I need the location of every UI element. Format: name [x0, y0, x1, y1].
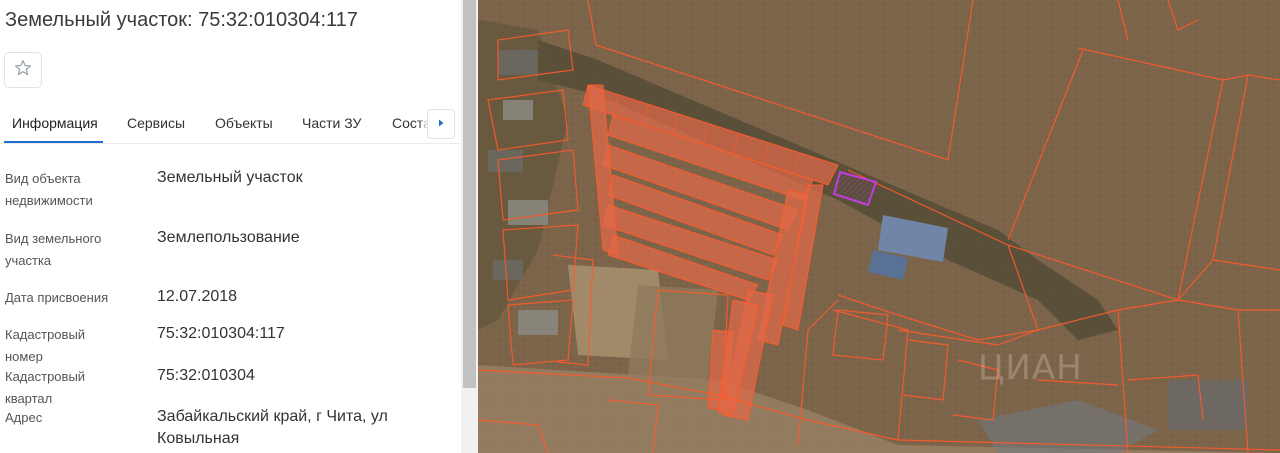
- scrollbar-thumb[interactable]: [463, 0, 476, 388]
- tab-objects[interactable]: Объекты: [215, 115, 273, 131]
- info-value: 12.07.2018: [157, 288, 238, 305]
- info-label: Вид объекта недвижимости: [5, 171, 93, 208]
- info-label: Кадастровый квартал: [5, 369, 86, 406]
- tab-services[interactable]: Сервисы: [127, 115, 185, 131]
- info-label: Кадастровый номер: [5, 327, 86, 364]
- info-label: Вид земельного участка: [5, 231, 102, 268]
- building-southeast: [1168, 380, 1248, 430]
- chevron-right-icon: [436, 115, 446, 133]
- map-canvas: [478, 0, 1280, 453]
- info-value: 75:32:010304:117: [157, 325, 285, 342]
- cadastral-map[interactable]: ЦИАН: [478, 0, 1280, 453]
- info-value: Забайкальский край, г Чита, ул Ковыльная: [157, 408, 388, 447]
- info-value: Земельный участок: [157, 169, 303, 186]
- tabs-scroll-right-button[interactable]: [427, 109, 455, 139]
- map-watermark: ЦИАН: [978, 348, 1083, 388]
- info-value: Землепользование: [157, 229, 300, 246]
- tab-information[interactable]: Информация: [12, 115, 98, 131]
- info-label: Адрес: [5, 410, 43, 425]
- app-root: Земельный участок: 75:32:010304:117 Инфо…: [0, 0, 1280, 453]
- favorite-button[interactable]: [4, 52, 42, 88]
- yard-area-2: [628, 285, 718, 380]
- tab-bar: Информация Сервисы Объекты Части ЗУ Сост…: [0, 104, 461, 144]
- info-label: Дата присвоения: [5, 290, 109, 305]
- panel-scrollbar[interactable]: [461, 0, 478, 453]
- page-title: Земельный участок: 75:32:010304:117: [5, 9, 358, 31]
- star-outline-icon: [13, 58, 33, 83]
- info-panel: Земельный участок: 75:32:010304:117 Инфо…: [0, 0, 461, 453]
- info-value: 75:32:010304: [157, 367, 255, 384]
- tab-parcel-parts[interactable]: Части ЗУ: [302, 115, 361, 131]
- active-tab-indicator: [4, 141, 103, 143]
